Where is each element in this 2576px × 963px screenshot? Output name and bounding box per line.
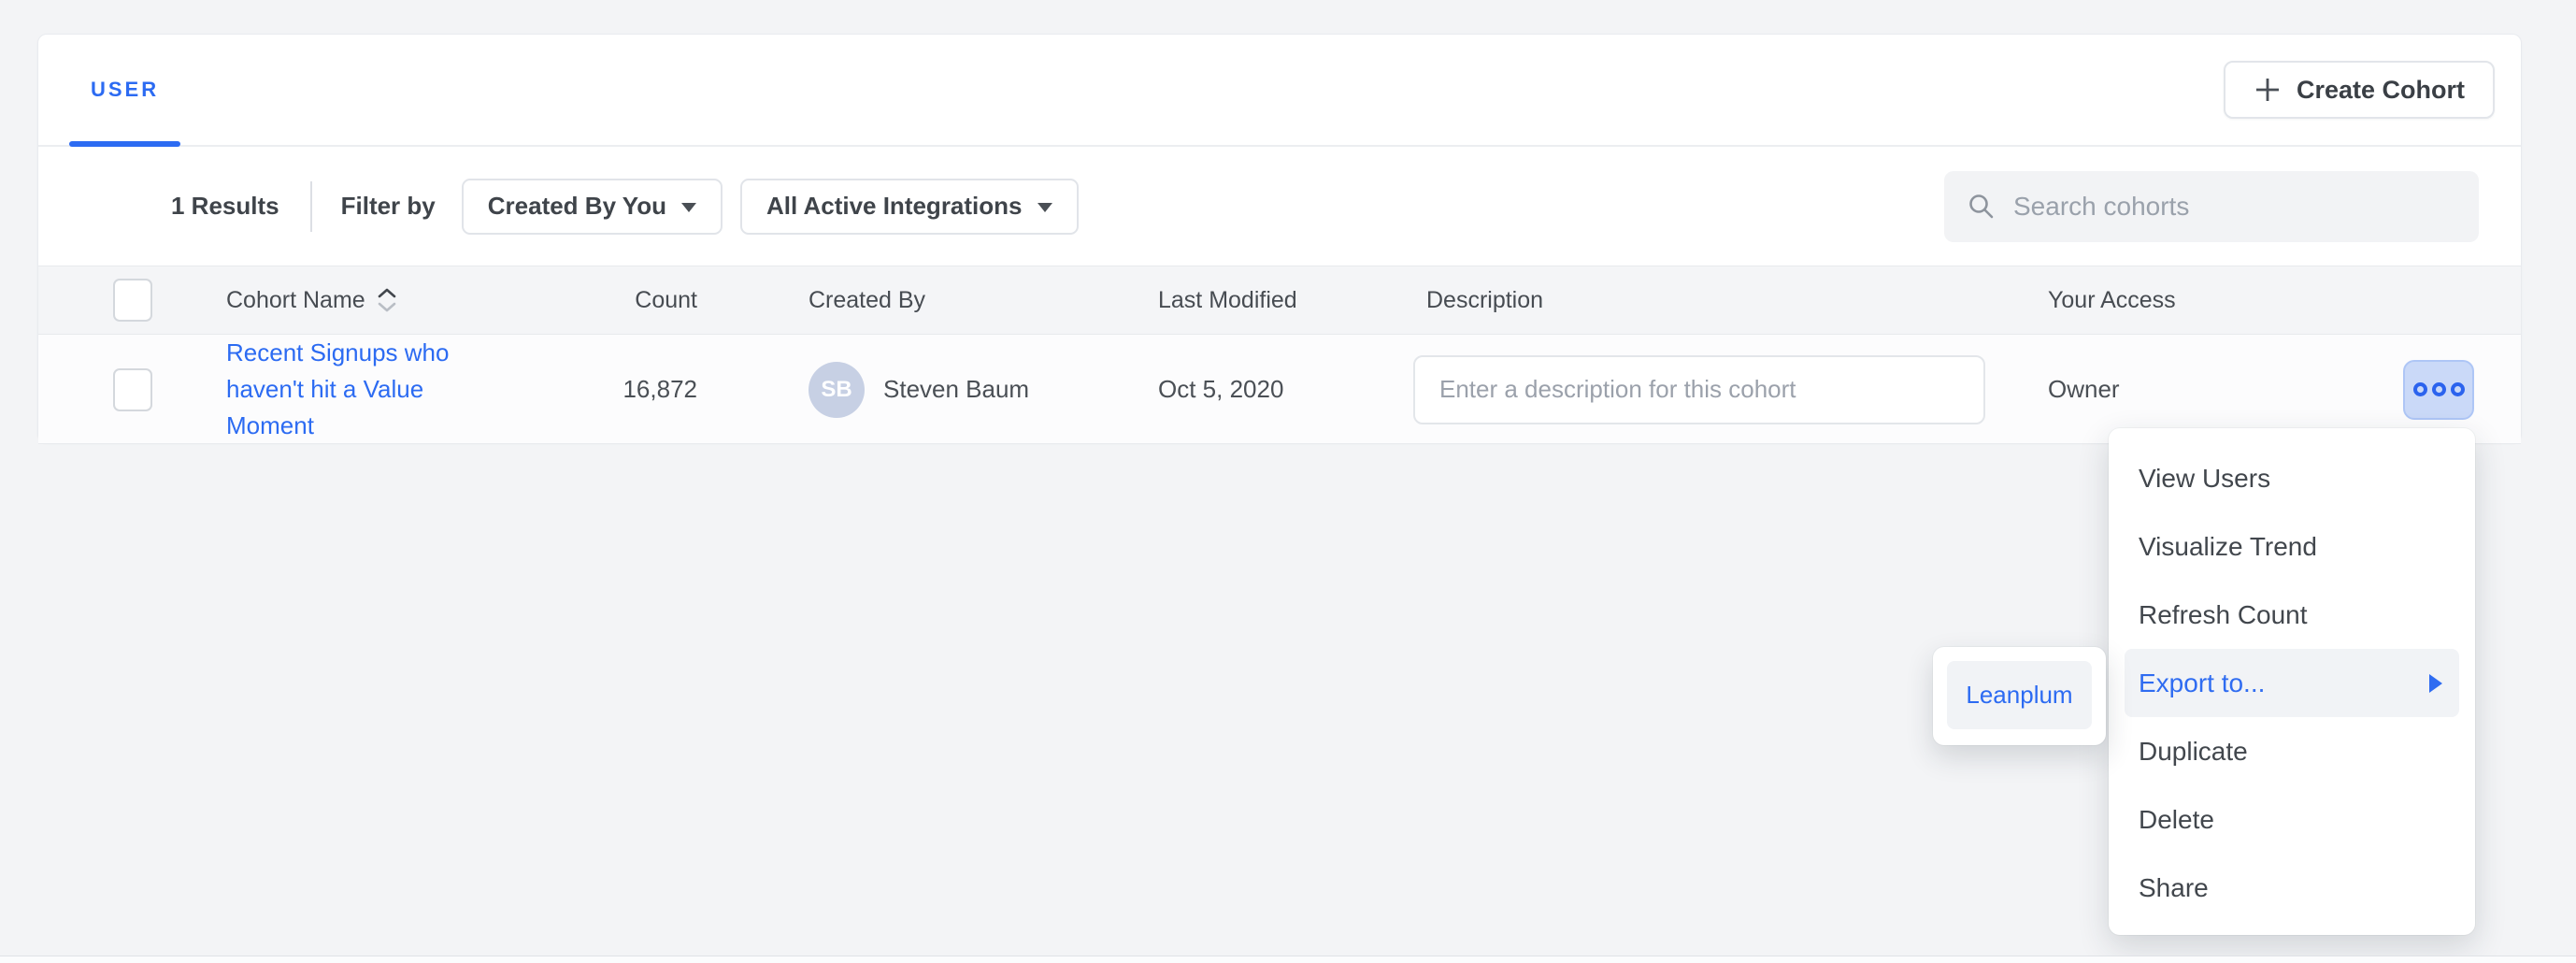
- table-header-row: Cohort Name Count Created By Last Modifi…: [38, 266, 2521, 335]
- column-header-count: Count: [562, 266, 697, 334]
- column-header-your-access: Your Access: [2048, 266, 2338, 334]
- cohort-count: 16,872: [623, 375, 697, 404]
- chevron-down-icon: [681, 203, 696, 212]
- column-header-actions: [2338, 266, 2521, 334]
- last-modified-date: Oct 5, 2020: [1158, 375, 1283, 404]
- created-by-dropdown-label: Created By You: [488, 192, 666, 221]
- more-dots-icon: [2432, 382, 2446, 396]
- divider: [310, 181, 312, 232]
- plus-icon: [2254, 76, 2282, 104]
- avatar: SB: [809, 362, 865, 418]
- description-input[interactable]: [1413, 355, 1985, 424]
- cohort-count-cell: 16,872: [562, 335, 697, 444]
- search-box: [1944, 171, 2479, 242]
- row-checkbox[interactable]: [113, 368, 152, 411]
- export-submenu: Leanplum: [1933, 647, 2106, 745]
- integrations-dropdown-label: All Active Integrations: [766, 192, 1023, 221]
- menu-item-duplicate[interactable]: Duplicate: [2109, 717, 2475, 785]
- submenu-arrow-icon: [2429, 674, 2442, 693]
- row-actions-menu: View Users Visualize Trend Refresh Count…: [2109, 428, 2475, 935]
- menu-item-export-to[interactable]: Export to...: [2125, 649, 2459, 717]
- create-cohort-button[interactable]: Create Cohort: [2224, 61, 2495, 119]
- created-by-cell: SB Steven Baum: [697, 335, 1158, 444]
- menu-item-leanplum[interactable]: Leanplum: [1947, 661, 2092, 729]
- chevron-down-icon: [1038, 203, 1052, 212]
- cohorts-card: USER Create Cohort 1 Results Filter by C…: [37, 34, 2522, 443]
- cohort-name-cell: Recent Signups who haven't hit a Value M…: [226, 335, 562, 444]
- sort-icon: [375, 286, 399, 314]
- tab-user-label: USER: [91, 78, 159, 102]
- integrations-dropdown[interactable]: All Active Integrations: [740, 179, 1079, 235]
- description-cell: [1413, 335, 2048, 444]
- menu-item-view-users[interactable]: View Users: [2109, 444, 2475, 512]
- search-icon: [1967, 192, 1996, 222]
- created-by-dropdown[interactable]: Created By You: [462, 179, 723, 235]
- menu-item-refresh-count[interactable]: Refresh Count: [2109, 581, 2475, 649]
- last-modified-cell: Oct 5, 2020: [1158, 335, 1413, 444]
- menu-item-delete[interactable]: Delete: [2109, 785, 2475, 854]
- select-all-checkbox[interactable]: [113, 279, 152, 322]
- create-cohort-label: Create Cohort: [2297, 76, 2465, 105]
- cohort-name-link[interactable]: Recent Signups who haven't hit a Value M…: [226, 335, 465, 444]
- column-header-created-by: Created By: [697, 266, 1158, 334]
- row-checkbox-cell: [38, 335, 226, 444]
- column-header-description: Description: [1413, 266, 2048, 334]
- menu-item-visualize-trend[interactable]: Visualize Trend: [2109, 512, 2475, 581]
- filter-bar: 1 Results Filter by Created By You All A…: [38, 147, 2521, 266]
- more-dots-icon: [2451, 382, 2465, 396]
- created-by-name: Steven Baum: [883, 375, 1029, 404]
- column-header-last-modified: Last Modified: [1158, 266, 1413, 334]
- more-actions-button[interactable]: [2403, 360, 2474, 420]
- page-bottom-divider: [0, 956, 2576, 963]
- access-value: Owner: [2048, 375, 2120, 404]
- menu-item-share[interactable]: Share: [2109, 854, 2475, 922]
- tab-bar: USER Create Cohort: [38, 35, 2521, 147]
- more-dots-icon: [2413, 382, 2427, 396]
- column-header-cohort-name[interactable]: Cohort Name: [226, 266, 562, 334]
- tab-user[interactable]: USER: [69, 35, 180, 145]
- filter-by-label: Filter by: [341, 192, 436, 221]
- results-count: 1 Results: [171, 192, 279, 221]
- search-input[interactable]: [2013, 192, 2456, 222]
- header-checkbox-cell: [38, 266, 226, 334]
